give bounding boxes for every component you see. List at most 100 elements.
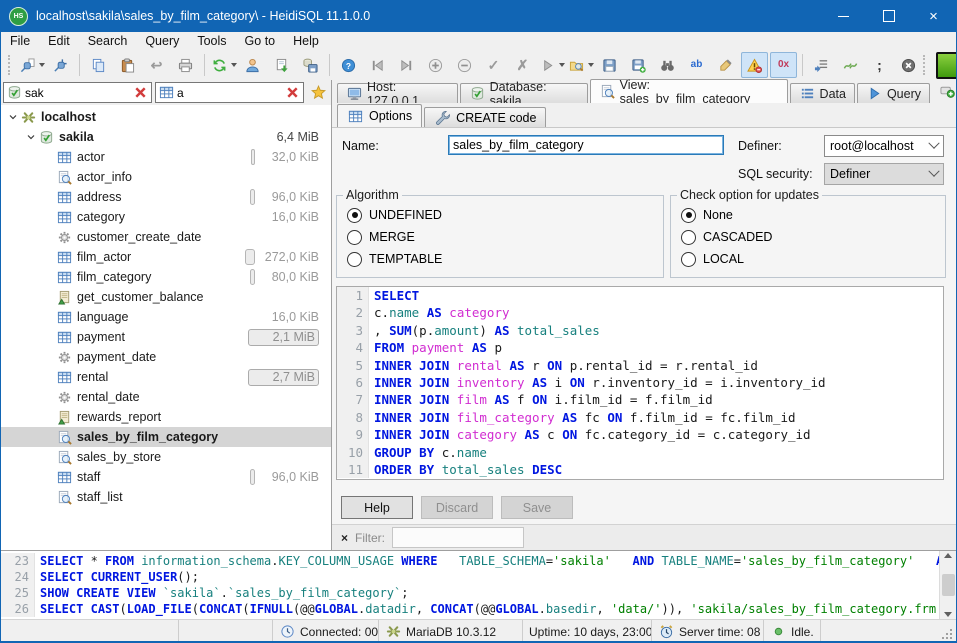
menu-item-tools[interactable]: Tools <box>188 33 235 49</box>
tab-host-127-0-0-1[interactable]: Host: 127.0.0.1 <box>337 83 458 103</box>
definer-select[interactable]: root@localhost <box>824 135 944 157</box>
save-sql-as-button[interactable] <box>625 52 652 78</box>
tree-item-customer_create_date[interactable]: customer_create_date <box>1 227 331 247</box>
tree-item-address[interactable]: address96,0 KiB <box>1 187 331 207</box>
session-manager-button[interactable] <box>18 52 45 78</box>
tree-item-actor_info[interactable]: actor_info <box>1 167 331 187</box>
filter-close-icon[interactable]: × <box>341 531 348 545</box>
close-button[interactable]: × <box>911 0 956 32</box>
sql-log-panel[interactable]: 23SELECT * FROM information_schema.KEY_C… <box>1 550 956 619</box>
semicolon-delimiter-button[interactable]: ; <box>866 52 893 78</box>
table-filter-input[interactable] <box>177 86 282 100</box>
save-sql-button[interactable] <box>596 52 623 78</box>
save-snapshot-button[interactable] <box>297 52 324 78</box>
tree-item-actor[interactable]: actor32,0 KiB <box>1 147 331 167</box>
scroll-up-icon[interactable] <box>944 553 952 558</box>
first-record-button[interactable] <box>364 52 391 78</box>
menu-item-edit[interactable]: Edit <box>39 33 79 49</box>
chevron-down-icon[interactable] <box>5 111 20 123</box>
minimize-button[interactable] <box>821 0 866 32</box>
toolbar-grip[interactable] <box>8 55 13 75</box>
menu-item-help[interactable]: Help <box>284 33 328 49</box>
tree-item-rewards_report[interactable]: rewards_report <box>1 407 331 427</box>
chevron-down-icon[interactable] <box>23 131 38 143</box>
tree-item-sakila[interactable]: sakila6,4 MiB <box>1 127 331 147</box>
load-sql-file-button[interactable] <box>567 52 594 78</box>
tree-item-category[interactable]: category16,0 KiB <box>1 207 331 227</box>
tree-item-rental[interactable]: rental2,7 MiB <box>1 367 331 387</box>
undo-button[interactable]: ↩ <box>143 52 170 78</box>
check-option-radio-local[interactable]: LOCAL <box>671 248 945 270</box>
toolbar-grip[interactable] <box>923 55 928 75</box>
tab-query[interactable]: Query <box>857 83 930 103</box>
new-query-tab-button[interactable] <box>939 82 956 101</box>
paste-button[interactable] <box>114 52 141 78</box>
tree-item-staff_list[interactable]: staff_list <box>1 487 331 507</box>
algorithm-radio-undefined[interactable]: UNDEFINED <box>337 204 663 226</box>
tab-database-sakila[interactable]: Database: sakila <box>460 83 588 103</box>
indent-button[interactable] <box>808 52 835 78</box>
hex-view-toggle-button[interactable]: 0x <box>770 52 797 78</box>
tree-item-sales_by_film_category[interactable]: sales_by_film_category <box>1 427 331 447</box>
tree-item-staff[interactable]: staff96,0 KiB <box>1 467 331 487</box>
menu-item-query[interactable]: Query <box>136 33 188 49</box>
tree-item-payment_date[interactable]: payment_date <box>1 347 331 367</box>
dropdown-arrow-icon[interactable] <box>39 63 45 67</box>
save-button[interactable]: Save <box>501 496 573 519</box>
apply-changes-button[interactable]: ✓ <box>480 52 507 78</box>
favorites-button[interactable] <box>307 82 329 103</box>
database-filter-input[interactable] <box>25 86 130 100</box>
execute-sql-button[interactable] <box>538 52 565 78</box>
filter-input[interactable] <box>392 527 524 548</box>
tree-item-film_category[interactable]: film_category80,0 KiB <box>1 267 331 287</box>
subtab-options[interactable]: Options <box>337 104 422 127</box>
tree-item-localhost[interactable]: localhost <box>1 107 331 127</box>
tree-item-get_customer_balance[interactable]: get_customer_balance <box>1 287 331 307</box>
copy-button[interactable] <box>85 52 112 78</box>
donate-button[interactable]: Donate <box>936 52 957 79</box>
remove-record-button[interactable] <box>451 52 478 78</box>
user-manager-button[interactable] <box>239 52 266 78</box>
replace-text-button[interactable]: ab <box>683 52 710 78</box>
subtab-create-code[interactable]: CREATE code <box>424 107 546 127</box>
maximize-button[interactable] <box>866 0 911 32</box>
disconnect-button[interactable] <box>47 52 74 78</box>
log-scrollbar[interactable] <box>939 551 956 619</box>
check-option-radio-none[interactable]: None <box>671 204 945 226</box>
tab-data[interactable]: Data <box>790 83 855 103</box>
menu-item-go-to[interactable]: Go to <box>236 33 285 49</box>
discard-button[interactable]: Discard <box>421 496 493 519</box>
print-button[interactable] <box>172 52 199 78</box>
help-button[interactable]: ? <box>335 52 362 78</box>
scroll-down-icon[interactable] <box>944 612 952 617</box>
last-record-button[interactable] <box>393 52 420 78</box>
cancel-changes-button[interactable]: ✗ <box>509 52 536 78</box>
tree-item-sales_by_store[interactable]: sales_by_store <box>1 447 331 467</box>
tree-item-rental_date[interactable]: rental_date <box>1 387 331 407</box>
warn-unsafe-toggle-button[interactable] <box>741 52 768 78</box>
tree-item-language[interactable]: language16,0 KiB <box>1 307 331 327</box>
resize-grip[interactable] <box>950 637 952 639</box>
algorithm-radio-temptable[interactable]: TEMPTABLE <box>337 248 663 270</box>
algorithm-radio-merge[interactable]: MERGE <box>337 226 663 248</box>
add-record-button[interactable] <box>422 52 449 78</box>
tree-item-payment[interactable]: payment2,1 MiB <box>1 327 331 347</box>
stop-button[interactable] <box>895 52 922 78</box>
view-sql-editor[interactable]: 1SELECT2c.name AS category3, SUM(p.amoun… <box>336 286 944 480</box>
menu-item-search[interactable]: Search <box>79 33 137 49</box>
help-button[interactable]: Help <box>341 496 413 519</box>
export-database-button[interactable] <box>268 52 295 78</box>
sql-security-select[interactable]: Definer <box>824 163 944 185</box>
scroll-thumb[interactable] <box>942 574 955 596</box>
dropdown-arrow-icon[interactable] <box>231 63 237 67</box>
reconnect-button[interactable] <box>837 52 864 78</box>
reformat-sql-button[interactable] <box>712 52 739 78</box>
dropdown-arrow-icon[interactable] <box>588 63 594 67</box>
refresh-button[interactable] <box>210 52 237 78</box>
dropdown-arrow-icon[interactable] <box>559 63 565 67</box>
check-option-radio-cascaded[interactable]: CASCADED <box>671 226 945 248</box>
find-text-button[interactable] <box>654 52 681 78</box>
tree-item-film_actor[interactable]: film_actor272,0 KiB <box>1 247 331 267</box>
menu-item-file[interactable]: File <box>1 33 39 49</box>
tab-view-sales-by-film-category[interactable]: View: sales_by_film_category <box>590 79 788 103</box>
